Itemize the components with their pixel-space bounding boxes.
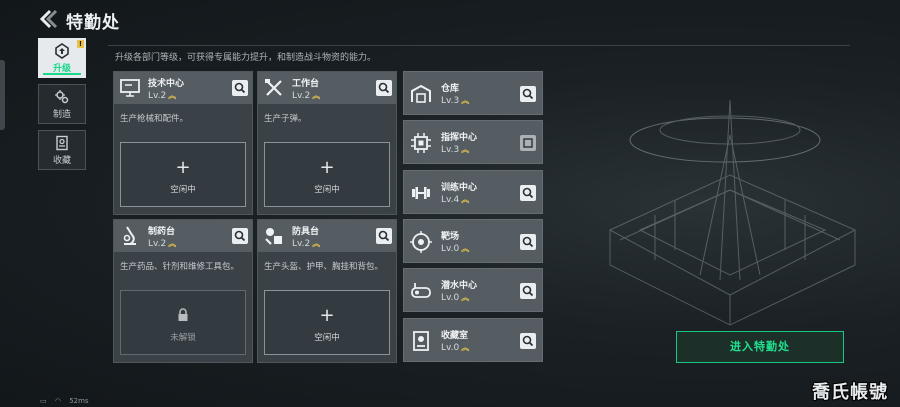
page-subtitle: 升级各部门等级，可获得专属能力提升，和制造战斗物资的能力。: [115, 53, 377, 63]
side-handle[interactable]: [0, 60, 5, 130]
facility-level: Lv.2 ︽: [292, 91, 321, 101]
facility-card-tech-center: 技术中心 Lv.2 ︽ 生产枪械和配件。 + 空闲中: [113, 71, 253, 215]
facility-description: 生产药品、针剂和维修工具包。: [120, 262, 240, 272]
facility-name: 工作台: [292, 79, 320, 89]
microscope-icon: [123, 226, 136, 245]
search-icon[interactable]: [520, 185, 536, 201]
facility-card-armor-bench: 防具台 Lv.2 ︽ 生产头盔、护甲、胸挂和背包。 + 空闲中: [257, 219, 397, 363]
slot-status: 空闲中: [170, 185, 196, 195]
network-status: ▭ ◠ 52ms: [40, 397, 89, 405]
facility-level: Lv.0 ︽: [441, 343, 470, 353]
plus-icon: +: [175, 157, 191, 178]
facility-level: Lv.0 ︽: [441, 293, 470, 303]
facility-description: 生产枪械和配件。: [120, 114, 189, 124]
monitor-icon: [120, 79, 140, 97]
collection-icon: [56, 135, 68, 150]
facility-name: 收藏室: [441, 331, 469, 341]
plus-icon: +: [319, 305, 335, 326]
search-icon[interactable]: [376, 228, 392, 244]
card-header: 制药台 Lv.2 ︽: [114, 220, 252, 252]
facility-name: 潜水中心: [441, 281, 478, 291]
enter-base-button[interactable]: 进入特勤处: [676, 331, 844, 363]
back-arrow-icon[interactable]: [38, 8, 58, 30]
search-icon[interactable]: [376, 80, 392, 96]
facility-card-command-center[interactable]: 指挥中心 Lv.3 ︽: [403, 120, 543, 164]
facility-level: Lv.3 ︽: [441, 145, 470, 155]
card-header: 技术中心 Lv.2 ︽: [114, 72, 252, 104]
ping-value: 52ms: [69, 397, 89, 405]
page-title: 特勤处: [66, 13, 120, 33]
card-header: 工作台 Lv.2 ︽: [258, 72, 396, 104]
base-building-illustration: [608, 99, 857, 326]
watermark: 喬氏帳號: [812, 382, 888, 403]
facility-card-workbench: 工作台 Lv.2 ︽ 生产子弹。 + 空闲中: [257, 71, 397, 215]
tab-collection[interactable]: 收藏: [38, 130, 86, 170]
search-icon[interactable]: [232, 228, 248, 244]
header-divider: [108, 45, 850, 46]
search-icon[interactable]: [232, 80, 248, 96]
search-icon[interactable]: [520, 333, 536, 349]
target-icon: [410, 231, 432, 253]
warehouse-icon: [411, 84, 431, 103]
facility-name: 技术中心: [148, 79, 185, 89]
slot-status: 空闲中: [314, 185, 340, 195]
facility-level: Lv.4 ︽: [441, 195, 470, 205]
facility-card-training-center[interactable]: 训练中心 Lv.4 ︽: [403, 170, 543, 214]
production-slot[interactable]: + 空闲中: [264, 142, 390, 207]
battery-icon: ▭: [40, 397, 47, 405]
facility-name: 靶场: [441, 232, 460, 242]
facility-card-shooting-range[interactable]: 靶场 Lv.0 ︽: [403, 219, 543, 263]
search-icon[interactable]: [520, 234, 536, 250]
upgrade-icon: [55, 42, 69, 59]
card-header: 防具台 Lv.2 ︽: [258, 220, 396, 252]
dumbbell-icon: [412, 187, 430, 199]
facility-level: Lv.2 ︽: [148, 239, 177, 249]
facility-card-pharmacy: 制药台 Lv.2 ︽ 生产药品、针剂和维修工具包。 未解锁: [113, 219, 253, 363]
tools-icon: [265, 79, 282, 96]
active-underline: [43, 73, 81, 75]
search-icon[interactable]: [520, 86, 536, 102]
facility-card-warehouse[interactable]: 仓库 Lv.3 ︽: [403, 71, 543, 115]
facility-description: 生产子弹。: [264, 114, 307, 124]
search-icon[interactable]: [520, 135, 536, 151]
production-slot[interactable]: + 空闲中: [120, 142, 246, 207]
armor-icon: [265, 228, 282, 245]
production-slot[interactable]: + 空闲中: [264, 290, 390, 355]
lock-icon: [178, 308, 188, 321]
facility-name: 仓库: [441, 84, 460, 94]
chip-icon: [411, 133, 431, 153]
facility-name: 指挥中心: [441, 133, 478, 143]
diving-icon: [411, 283, 431, 298]
tab-craft[interactable]: 制造: [38, 84, 86, 124]
alert-badge: !: [77, 40, 84, 48]
display-icon: [413, 331, 429, 351]
slot-status: 空闲中: [314, 333, 340, 343]
facility-level: Lv.2 ︽: [148, 91, 177, 101]
facility-card-collection-room[interactable]: 收藏室 Lv.0 ︽: [403, 318, 543, 362]
slot-status: 未解锁: [170, 333, 196, 343]
production-slot-locked[interactable]: 未解锁: [120, 290, 246, 355]
tab-label: 制造: [52, 109, 71, 120]
facility-level: Lv.2 ︽: [292, 239, 321, 249]
wifi-icon: ◠: [54, 397, 61, 405]
plus-icon: +: [319, 157, 335, 178]
gears-icon: [55, 89, 69, 103]
facility-level: Lv.3 ︽: [441, 96, 470, 106]
tab-label: 升级: [52, 63, 71, 74]
facility-level: Lv.0 ︽: [441, 244, 470, 254]
facility-description: 生产头盔、护甲、胸挂和背包。: [264, 262, 384, 272]
facility-name: 训练中心: [441, 183, 478, 193]
search-icon[interactable]: [520, 283, 536, 299]
tab-upgrade[interactable]: ! 升级: [38, 38, 86, 78]
facility-card-diving-center[interactable]: 潜水中心 Lv.0 ︽: [403, 268, 543, 312]
facility-name: 防具台: [292, 227, 320, 237]
tab-label: 收藏: [52, 155, 71, 166]
facility-name: 制药台: [148, 227, 176, 237]
